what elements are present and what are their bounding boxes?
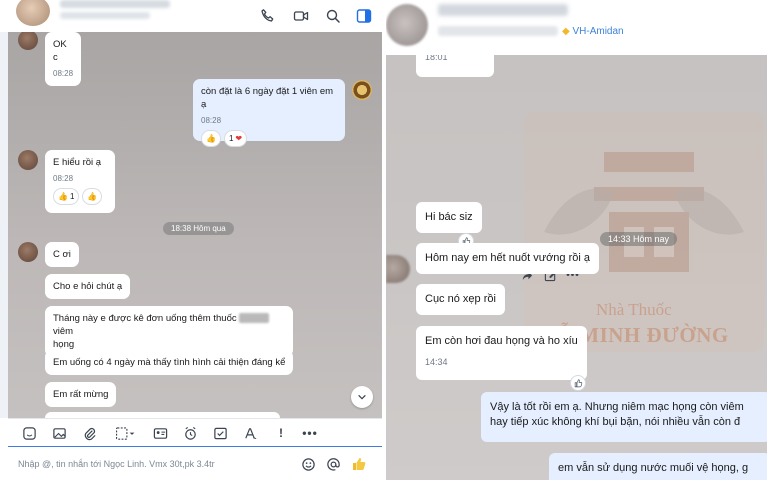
search-icon[interactable] <box>324 7 342 25</box>
label-tag[interactable]: ◆ VH-Amidan <box>562 26 624 37</box>
composer-toolbar: ! ••• <box>8 418 382 446</box>
contact-card-icon[interactable] <box>151 424 169 442</box>
side-scroll-strip <box>0 32 8 418</box>
chat-header <box>0 0 382 32</box>
message-bubble[interactable]: E hiểu rồi ạ 08:28 👍 1 👍 <box>45 150 115 213</box>
message-text: còn đặt là 6 ngày đặt 1 viên em ạ <box>201 86 334 110</box>
thumbs-up-icon: 👍 <box>206 134 216 143</box>
message-time: 08:28 <box>53 174 74 183</box>
message-text: viêm <box>53 326 74 337</box>
message-time: 08:28 <box>53 69 74 78</box>
contact-avatar[interactable] <box>386 4 428 46</box>
contact-status-blurred <box>60 12 150 19</box>
sticker-icon[interactable] <box>20 424 38 442</box>
image-icon[interactable] <box>50 424 68 442</box>
heart-icon: ❤ <box>235 134 243 143</box>
message-input-placeholder: Nhập @, tin nhắn tới Ngọc Linh. Vmx 30t,… <box>18 459 215 469</box>
message-input[interactable]: Nhập @, tin nhắn tới Ngọc Linh. Vmx 30t,… <box>8 446 382 480</box>
reaction-heart[interactable]: 1 ❤ <box>223 130 248 147</box>
message-text: hay tiếp xúc không khí bụi bặn, nói nhiề… <box>490 416 741 428</box>
task-icon[interactable] <box>211 424 229 442</box>
more-icon[interactable]: ••• <box>301 424 319 442</box>
message-bubble[interactable]: 18:01 <box>416 55 494 77</box>
message-text: Hôm nay em hết nuốt vướng rồi ạ <box>425 252 590 264</box>
reaction-count: 1 <box>69 192 75 201</box>
redacted-text <box>239 313 270 324</box>
contact-avatar[interactable] <box>16 0 50 26</box>
message-list[interactable]: Nhà Thuốc ĐỖ MINH ĐƯỜNG 18:01 14:33 Hôm … <box>386 55 767 480</box>
watermark-text: Nhà Thuốc <box>596 300 672 319</box>
scroll-down-button[interactable] <box>351 386 373 408</box>
panel-toggle-icon[interactable] <box>355 7 373 25</box>
message-bubble[interactable]: Em còn hơi đau họng và ho xíu 14:34 <box>416 326 587 380</box>
screenshot-icon[interactable] <box>112 424 138 442</box>
message-bubble[interactable]: Em uống có 4 ngày mà thấy tình hình cải … <box>45 350 294 375</box>
like-button[interactable] <box>570 375 586 391</box>
contact-status-blurred <box>438 26 558 36</box>
add-reaction-button[interactable]: 👍 <box>82 188 103 205</box>
message-bubble[interactable]: Em rất mừng <box>45 382 117 407</box>
message-list[interactable]: OK c 08:28 còn đặt là 6 ngày đặt 1 viên … <box>8 32 382 418</box>
thumbs-up-icon[interactable] <box>351 456 367 472</box>
chevron-down-icon <box>358 394 366 400</box>
message-text: Em rất mừng <box>53 389 109 400</box>
message-text: E hiểu rồi ạ <box>53 157 102 168</box>
emoji-icon[interactable] <box>300 456 316 472</box>
date-divider: 14:33 Hôm nay <box>600 232 678 246</box>
date-divider: 18:38 Hôm qua <box>163 222 234 235</box>
contact-avatar-small <box>18 32 38 50</box>
message-time: 08:28 <box>201 116 222 125</box>
reaction-like[interactable]: 👍 <box>201 130 221 147</box>
contact-avatar-small <box>18 150 38 170</box>
tag-icon: ◆ <box>562 26 570 37</box>
message-text: họng <box>53 339 75 350</box>
thumbs-up-icon: 👍 <box>58 192 68 201</box>
contact-name-blurred <box>60 0 170 8</box>
message-bubble[interactable]: OK c 08:28 <box>45 32 81 86</box>
phone-icon[interactable] <box>259 7 277 25</box>
message-bubble[interactable]: C ơi <box>45 242 79 267</box>
urgent-icon[interactable]: ! <box>272 424 290 442</box>
right-chat-window: ◆ VH-Amidan Nhà Thuốc ĐỖ MINH ĐƯỜNG 18:0… <box>386 0 767 480</box>
message-text: Cho e hỏi chút ạ <box>53 281 123 292</box>
reaction-like[interactable]: 👍 1 <box>53 188 80 205</box>
contact-name-blurred <box>438 4 568 16</box>
my-message-bubble[interactable]: còn đặt là 6 ngày đặt 1 viên em ạ 08:28 … <box>193 79 345 147</box>
message-time: 18:01 <box>425 55 448 62</box>
message-text: em vẫn sử dụng nước muối vệ họng, g <box>558 462 749 474</box>
message-text: C ơi <box>53 249 71 260</box>
thumbs-up-icon: 👍 <box>87 192 98 201</box>
format-icon[interactable] <box>241 424 259 442</box>
left-chat-window: OK c 08:28 còn đặt là 6 ngày đặt 1 viên … <box>0 0 382 480</box>
message-text: Tháng này e được kê đơn uống thêm thuốc <box>53 313 237 324</box>
reaction-count: 1 <box>228 134 234 143</box>
contact-avatar-small <box>386 255 410 283</box>
video-call-icon[interactable] <box>292 7 310 25</box>
mention-icon[interactable] <box>325 456 341 472</box>
my-avatar <box>352 80 372 100</box>
contact-avatar-small <box>18 242 38 262</box>
message-bubble[interactable]: Hôm nay em hết nuốt vướng rồi ạ <box>416 243 599 274</box>
message-text: Em uống có 4 ngày mà thấy tình hình cải … <box>53 357 286 368</box>
message-bubble[interactable]: Cục nó xẹp rồi <box>416 284 505 315</box>
message-text: OK c <box>53 39 67 63</box>
tag-label: VH-Amidan <box>572 26 624 37</box>
message-text: Vậy là tốt rồi em ạ. Nhưng niêm mạc họng… <box>490 401 744 413</box>
message-bubble[interactable]: Cho e hỏi chút ạ <box>45 274 131 299</box>
my-message-bubble[interactable]: Vậy là tốt rồi em ạ. Nhưng niêm mạc họng… <box>481 392 767 442</box>
thumbs-up-icon <box>574 378 582 387</box>
my-message-bubble[interactable]: em vẫn sử dụng nước muối vệ họng, g <box>549 453 767 480</box>
message-time: 14:34 <box>425 357 448 367</box>
message-text: Em còn hơi đau họng và ho xíu <box>425 335 578 347</box>
message-bubble[interactable]: Hi bác siz <box>416 202 482 233</box>
attachment-icon[interactable] <box>80 424 98 442</box>
message-text: Hi bác siz <box>425 211 473 223</box>
chat-header: ◆ VH-Amidan <box>386 0 767 55</box>
reminder-icon[interactable] <box>181 424 199 442</box>
message-text: Cục nó xẹp rồi <box>425 293 496 305</box>
